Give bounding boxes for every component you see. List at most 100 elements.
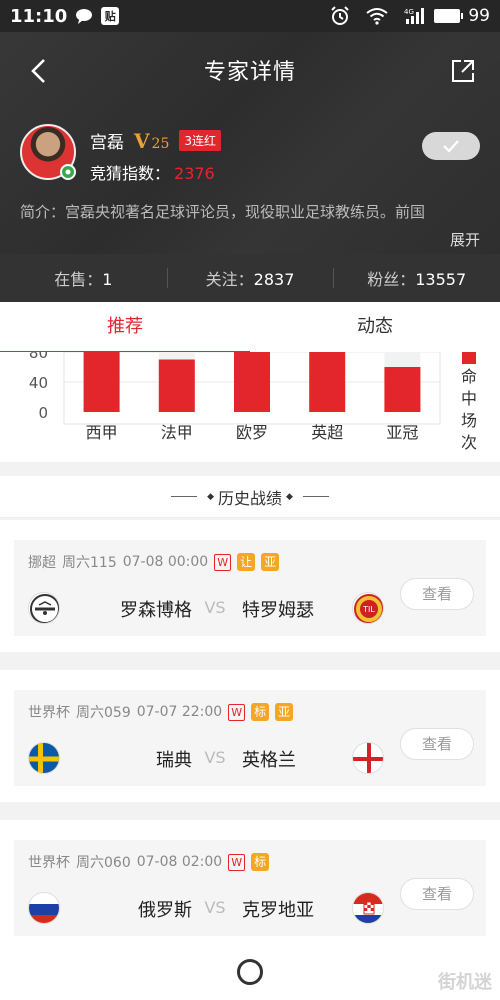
- match-datetime: 07-08 02:00: [136, 854, 223, 870]
- back-button[interactable]: [22, 54, 56, 88]
- guess-index-value: 2376: [174, 164, 215, 183]
- expert-name: 宫磊: [90, 133, 124, 153]
- stat-label: 粉丝：: [367, 270, 416, 289]
- x-tick-label: 法甲: [161, 423, 193, 442]
- nav-bar: 专家详情: [0, 32, 500, 108]
- england-flag-icon: [352, 742, 384, 774]
- tab-bar: 推荐 动态: [0, 302, 500, 354]
- asia-tag: 亚: [261, 553, 280, 571]
- x-tick-label: 英超: [311, 423, 343, 442]
- signal-4g-icon: 4G: [404, 7, 426, 25]
- match-week: 周六059: [76, 705, 131, 721]
- view-button[interactable]: 查看: [400, 728, 474, 760]
- expand-link[interactable]: 展开: [450, 226, 480, 254]
- diamond-icon: ◆: [207, 491, 214, 502]
- rosenborg-logo-icon: [28, 592, 60, 624]
- handicap-tag: 让: [237, 553, 256, 571]
- match-league: 挪超: [28, 555, 56, 571]
- history-header: ◆ 历史战绩 ◆: [0, 476, 500, 518]
- hit-count-chart: 0 40 80 西甲 法甲 欧罗 英超 亚冠 命中场次: [0, 352, 500, 462]
- view-button[interactable]: 查看: [400, 578, 474, 610]
- watermark-logo: 街机迷: [438, 972, 492, 993]
- bar: [309, 352, 346, 412]
- vip-level: 25: [151, 135, 170, 152]
- follow-button[interactable]: [422, 132, 480, 160]
- win-tag: W: [214, 553, 232, 571]
- match-card[interactable]: 世界杯 周六059 07-07 22:00 W 标 亚 瑞典 VS 英格兰 查看: [14, 690, 486, 786]
- bar: [384, 367, 421, 412]
- legend-label-char: 命: [461, 367, 477, 386]
- share-external-icon: [452, 60, 474, 82]
- battery-icon: [434, 9, 464, 23]
- home-team: 罗森博格: [120, 600, 192, 621]
- bar: [158, 359, 195, 412]
- expert-profile: 宫磊 V 25 3连红 竞猜指数： 2376: [20, 124, 480, 184]
- tieba-badge-icon: 贴: [101, 7, 120, 25]
- verified-badge-icon: [60, 164, 76, 180]
- win-streak-badge: 3连红: [179, 130, 221, 151]
- stat-fans[interactable]: 粉丝：13557: [333, 266, 500, 290]
- standard-tag: 标: [251, 853, 270, 871]
- bar: [83, 352, 120, 412]
- legend-label-char: 次: [461, 433, 477, 452]
- divider: [171, 496, 198, 497]
- view-button[interactable]: 查看: [400, 878, 474, 910]
- match-week: 周六115: [62, 555, 117, 571]
- legend-label-char: 中: [461, 389, 477, 408]
- tab-recommend[interactable]: 推荐: [0, 302, 250, 354]
- match-card[interactable]: 世界杯 周六060 07-08 02:00 W 标 俄罗斯 VS 克罗地亚 查看: [14, 840, 486, 936]
- stat-value: 2837: [253, 270, 295, 289]
- win-tag: W: [228, 853, 246, 871]
- tromso-logo-icon: TIL: [352, 592, 384, 624]
- match-card-wrapper: 挪超 周六115 07-08 00:00 W 让 亚 罗森博格 VS 特罗姆瑟 …: [0, 520, 500, 652]
- match-datetime: 07-07 22:00: [136, 704, 223, 720]
- y-tick-label: 40: [29, 374, 48, 392]
- match-week: 周六060: [76, 855, 131, 871]
- svg-text:TIL: TIL: [362, 605, 375, 614]
- bar-chart: 0 40 80 西甲 法甲 欧罗 英超 亚冠 命中场次: [29, 352, 477, 452]
- match-datetime: 07-08 00:00: [122, 554, 209, 570]
- clock-time: 11:10: [10, 5, 68, 27]
- match-card-wrapper: 世界杯 周六059 07-07 22:00 W 标 亚 瑞典 VS 英格兰 查看: [0, 670, 500, 802]
- sweden-flag-icon: [28, 742, 60, 774]
- divider: [302, 496, 329, 497]
- home-team: 瑞典: [156, 750, 192, 771]
- y-tick-label: 80: [29, 352, 48, 362]
- asia-tag: 亚: [275, 703, 294, 721]
- share-button[interactable]: [446, 54, 480, 88]
- match-meta: 世界杯 周六059 07-07 22:00 W 标 亚: [28, 702, 294, 722]
- match-meta: 挪超 周六115 07-08 00:00 W 让 亚: [28, 552, 280, 572]
- stat-value: 13557: [415, 270, 467, 289]
- legend-swatch: [462, 352, 476, 364]
- chat-bubble-icon: [75, 8, 93, 24]
- bar: [234, 352, 270, 412]
- status-bar: 11:10 贴 4G 99: [0, 0, 500, 32]
- vs-label: VS: [204, 598, 226, 617]
- match-teams: 俄罗斯 VS 克罗地亚: [28, 892, 388, 928]
- tab-activity[interactable]: 动态: [250, 302, 500, 354]
- stats-bar: 在售：1 关注：2837 粉丝：13557: [0, 254, 500, 302]
- match-card[interactable]: 挪超 周六115 07-08 00:00 W 让 亚 罗森博格 VS 特罗姆瑟 …: [14, 540, 486, 636]
- stat-following[interactable]: 关注：2837: [166, 266, 334, 290]
- home-team: 俄罗斯: [138, 900, 192, 921]
- match-teams: 瑞典 VS 英格兰: [28, 742, 388, 778]
- vs-label: VS: [204, 898, 226, 917]
- legend-label-char: 场: [461, 411, 477, 430]
- away-team: 英格兰: [242, 750, 296, 771]
- guess-index: 竞猜指数： 2376: [90, 160, 215, 184]
- match-league: 世界杯: [28, 855, 70, 871]
- match-teams: 罗森博格 VS 特罗姆瑟 TIL: [28, 592, 388, 628]
- standard-tag: 标: [251, 703, 270, 721]
- wifi-icon: [366, 7, 388, 25]
- expert-header: 专家详情 宫磊 V 25 3连红 竞猜指数： 2376 简介：宫磊央视著名足球评论员…: [0, 32, 500, 302]
- home-button[interactable]: [237, 959, 263, 985]
- match-card-wrapper: 世界杯 周六060 07-08 02:00 W 标 俄罗斯 VS 克罗地亚 查看: [0, 820, 500, 952]
- x-tick-label: 欧罗: [236, 423, 268, 442]
- x-tick-label: 亚冠: [386, 423, 418, 442]
- stat-on-sale[interactable]: 在售：1: [0, 266, 167, 290]
- away-team: 克罗地亚: [242, 900, 314, 921]
- stat-value: 1: [102, 270, 113, 289]
- alarm-clock-icon: [330, 6, 350, 26]
- battery-percent: 99: [468, 6, 490, 26]
- system-nav-bar: 街机迷: [0, 944, 500, 1000]
